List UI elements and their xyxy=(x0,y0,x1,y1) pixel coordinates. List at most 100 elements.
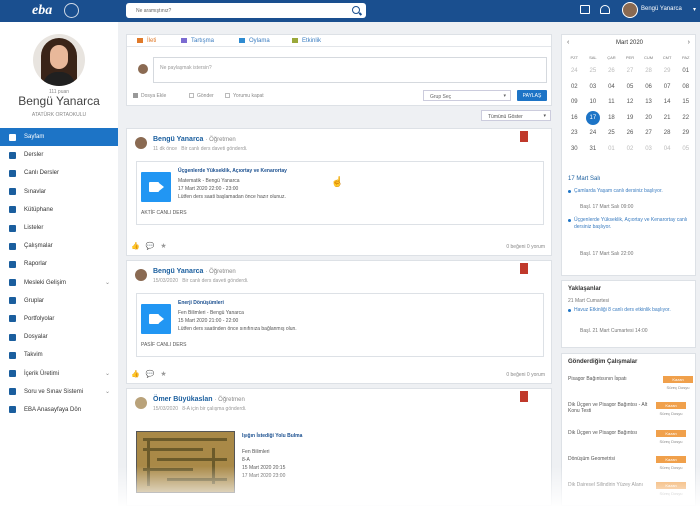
search-input[interactable]: Ne aramıştınız? xyxy=(126,3,366,18)
calendar-day[interactable]: 03 xyxy=(639,142,658,158)
calendar-day[interactable]: 27 xyxy=(621,64,640,80)
share-button[interactable]: PAYLAŞ xyxy=(517,90,547,101)
post-text-input[interactable]: Ne paylaşmak istersin? xyxy=(153,57,547,83)
calendar-day[interactable]: 11 xyxy=(602,95,621,111)
live-lesson-card[interactable]: Üçgenlerde Yükseklik, Açıortay ve Kenaro… xyxy=(136,161,544,225)
calendar-day[interactable]: 02 xyxy=(621,142,640,158)
calendar-day[interactable]: 27 xyxy=(639,126,658,142)
chevron-right-icon[interactable]: › xyxy=(688,39,690,46)
calendar-day[interactable]: 23 xyxy=(565,126,584,142)
sidebar-item-calismalar[interactable]: Çalışmalar xyxy=(0,237,118,255)
sidebar-item-soru-sinav[interactable]: Soru ve Sınav Sistemi ⌄ xyxy=(0,383,118,401)
calendar-day[interactable]: 19 xyxy=(621,111,640,127)
calendar-day[interactable]: 30 xyxy=(565,142,584,158)
tab-etkinlik[interactable]: Etkinlik xyxy=(292,38,321,44)
post-author[interactable]: Bengü Yanarca · Öğretmen xyxy=(153,136,236,143)
sidebar-item-gruplar[interactable]: Gruplar xyxy=(0,292,118,310)
calendar-day[interactable]: 18 xyxy=(602,111,621,127)
card-title[interactable]: Işığın İstediği Yolu Bulma xyxy=(242,433,302,439)
feed-filter-select[interactable]: Tümünü Göster ▾ xyxy=(481,110,551,121)
bookmark-flag-icon[interactable] xyxy=(520,391,528,402)
list-item[interactable]: Dik Üçgen ve Pisagor Bağıntısı xyxy=(568,430,656,436)
bell-icon[interactable] xyxy=(600,5,610,14)
calendar-day[interactable]: 28 xyxy=(658,126,677,142)
process-link[interactable]: Süreç Dosyu xyxy=(663,385,693,390)
calendar-day[interactable]: 16 xyxy=(565,111,584,127)
calendar-day[interactable]: 03 xyxy=(584,80,603,96)
calendar-day[interactable]: 01 xyxy=(602,142,621,158)
calendar-day[interactable]: 08 xyxy=(676,80,695,96)
sidebar-item-kutuphane[interactable]: Kütüphane xyxy=(0,201,118,219)
sidebar-item-portfolyolar[interactable]: Portfolyolar xyxy=(0,310,118,328)
group-select[interactable]: Grup Seç ▾ xyxy=(423,90,511,101)
calendar-day[interactable]: 25 xyxy=(602,126,621,142)
calendar-day[interactable]: 05 xyxy=(621,80,640,96)
calendar-day[interactable]: 09 xyxy=(565,95,584,111)
calendar-event[interactable]: Çamlarda Yaşam canlı dersiniz başlıyor. xyxy=(568,188,692,195)
calendar-day[interactable]: 25 xyxy=(584,64,603,80)
sidebar-item-raporlar[interactable]: Raporlar xyxy=(0,255,118,273)
list-item[interactable]: Dönüşüm Geometrisi xyxy=(568,456,656,462)
chevron-down-icon[interactable]: ▾ xyxy=(693,6,696,13)
calendar-day[interactable]: 06 xyxy=(639,80,658,96)
process-link[interactable]: Süreç Dosyu xyxy=(656,491,686,496)
sidebar-item-canli-dersler[interactable]: Canlı Dersler xyxy=(0,164,118,182)
list-item[interactable]: Pisagor Bağıntısının İspatı Kazan Süreç Do… xyxy=(568,376,693,390)
calendar-day[interactable]: 04 xyxy=(602,80,621,96)
tab-ileti[interactable]: İleti xyxy=(137,38,156,44)
sidebar-item-icerik-uretimi[interactable]: İçerik Üretimi ⌄ xyxy=(0,364,118,382)
process-link[interactable]: Süreç Dosyu xyxy=(656,411,686,416)
sidebar-item-dosyalar[interactable]: Dosyalar xyxy=(0,328,118,346)
process-link[interactable]: Süreç Dosyu xyxy=(656,439,686,444)
calendar-day[interactable]: 14 xyxy=(658,95,677,111)
post-avatar[interactable] xyxy=(135,137,147,149)
sidebar-item-sinavlar[interactable]: Sınavlar xyxy=(0,183,118,201)
calendar-day[interactable]: 20 xyxy=(639,111,658,127)
maze-thumbnail[interactable] xyxy=(136,431,235,493)
calendar-day[interactable]: 04 xyxy=(658,142,677,158)
tab-oylama[interactable]: Oylama xyxy=(239,38,270,44)
calendar-event[interactable]: Havuz Etkinliği 8 canlı ders etkinlik ba… xyxy=(568,307,692,314)
calendar-day[interactable]: 22 xyxy=(676,111,695,127)
sidebar-item-dersler[interactable]: Dersler xyxy=(0,146,118,164)
calendar-day[interactable]: 26 xyxy=(621,126,640,142)
sidebar-item-listeler[interactable]: Listeler xyxy=(0,219,118,237)
calendar-day[interactable]: 29 xyxy=(658,64,677,80)
post-author[interactable]: Ömer Büyükaslan · Öğretmen xyxy=(153,396,245,403)
calendar-day[interactable]: 21 xyxy=(658,111,677,127)
chevron-down-icon[interactable]: ⌄ xyxy=(105,279,110,286)
post-avatar[interactable] xyxy=(135,397,147,409)
live-lesson-card[interactable]: Enerji Dönüşümleri Fen Bilimleri - Bengü… xyxy=(136,293,544,357)
calendar-event[interactable]: Üçgenlerde Yükseklik, Açıortay ve Kenaro… xyxy=(568,217,692,231)
sidebar-item-takvim[interactable]: Takvim xyxy=(0,346,118,364)
eba-logo[interactable]: eba xyxy=(32,3,52,19)
post-author[interactable]: Bengü Yanarca · Öğretmen xyxy=(153,268,236,275)
user-name[interactable]: Bengü Yanarca xyxy=(641,6,682,12)
process-link[interactable]: Süreç Dosyu xyxy=(656,465,686,470)
mail-icon[interactable] xyxy=(580,5,590,14)
calendar-day[interactable]: 24 xyxy=(584,126,603,142)
calendar-day[interactable]: 15 xyxy=(676,95,695,111)
user-avatar[interactable] xyxy=(622,2,638,18)
chevron-down-icon[interactable]: ⌄ xyxy=(105,370,110,377)
post-actions[interactable]: 👍💬★ xyxy=(131,370,173,378)
sidebar-item-sayfam[interactable]: Sayfam xyxy=(0,128,118,147)
card-title[interactable]: Enerji Dönüşümleri xyxy=(178,300,224,306)
post-avatar[interactable] xyxy=(135,269,147,281)
bookmark-flag-icon[interactable] xyxy=(520,131,528,142)
calendar-day[interactable]: 07 xyxy=(658,80,677,96)
tab-tartisma[interactable]: Tartışma xyxy=(181,38,214,44)
calendar-day[interactable]: 31 xyxy=(584,142,603,158)
calendar-day[interactable]: 26 xyxy=(602,64,621,80)
calendar-day[interactable]: 05 xyxy=(676,142,695,158)
calendar-day[interactable]: 10 xyxy=(584,95,603,111)
list-item[interactable]: Dik Üçgen ve Pisagor Bağıntısı - Alt Kon… xyxy=(568,402,656,414)
calendar-day[interactable]: 24 xyxy=(565,64,584,80)
card-title[interactable]: Üçgenlerde Yükseklik, Açıortay ve Kenaro… xyxy=(178,168,287,174)
profile-avatar[interactable] xyxy=(33,34,85,86)
attach-file-option[interactable]: Dosya Ekle xyxy=(133,93,166,99)
close-comments-checkbox[interactable]: Yorumu kapat xyxy=(225,93,264,99)
sidebar-item-mesleki-gelisim[interactable]: Mesleki Gelişim ⌄ xyxy=(0,274,118,292)
calendar-day[interactable]: 29 xyxy=(676,126,695,142)
sidebar-item-eba-anasayfa[interactable]: EBA Anasayfaya Dön xyxy=(0,401,118,419)
